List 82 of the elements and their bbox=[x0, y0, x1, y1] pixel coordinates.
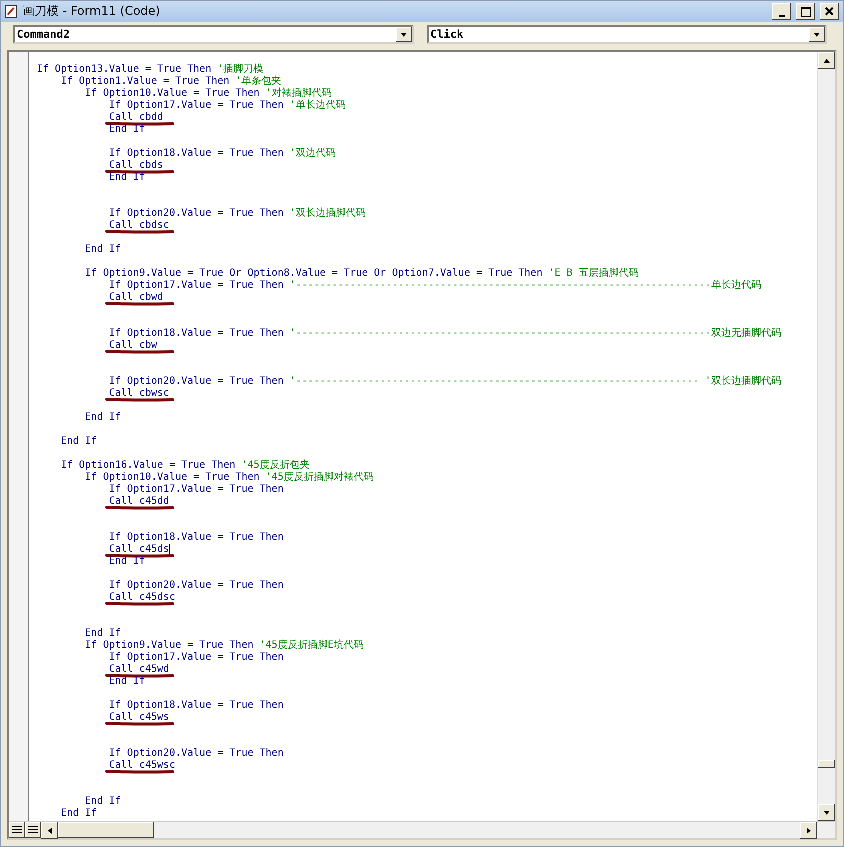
code-line: If Option20.Value = True Then bbox=[108, 376, 285, 387]
code-line: End If bbox=[84, 796, 122, 807]
code-comment: '对裱插脚代码 bbox=[266, 88, 332, 99]
code-line: If Option20.Value = True Then bbox=[108, 748, 284, 759]
maximize-icon bbox=[800, 6, 810, 16]
caret-icon bbox=[400, 30, 408, 38]
code-line: End If bbox=[84, 244, 122, 255]
close-icon bbox=[825, 7, 834, 16]
code-line: If Option1.Value = True Then bbox=[60, 76, 231, 87]
caret-icon bbox=[813, 30, 821, 38]
object-dropdown[interactable]: Command2 bbox=[13, 25, 414, 44]
code-line: Call c45dsc bbox=[108, 592, 176, 603]
lines-icon bbox=[12, 826, 22, 834]
code-line: If Option20.Value = True Then bbox=[108, 580, 284, 591]
code-line: If Option18.Value = True Then bbox=[108, 148, 285, 159]
code-line: If Option9.Value = True Then bbox=[84, 640, 255, 651]
code-comment: '双长边插脚代码 bbox=[290, 208, 366, 219]
lines-icon bbox=[28, 826, 38, 834]
code-line: Call c45ws bbox=[108, 712, 170, 723]
maximize-button[interactable] bbox=[796, 3, 815, 20]
scrollbar-thumb[interactable] bbox=[818, 760, 835, 768]
code-line: Call cbdsc bbox=[108, 220, 170, 231]
code-line: If Option17.Value = True Then bbox=[108, 484, 284, 495]
code-line: Call cbdd bbox=[108, 112, 164, 123]
scroll-down-button[interactable] bbox=[818, 804, 835, 821]
code-comment: '---------------------------------------------------------------------单长边代码 bbox=[290, 280, 762, 291]
code-comment: '单长边代码 bbox=[290, 100, 346, 111]
code-line: Call cbwd bbox=[108, 292, 164, 303]
scroll-left-button[interactable] bbox=[41, 822, 58, 839]
code-line: End If bbox=[108, 676, 146, 687]
code-comment: '45度反折包夹 bbox=[242, 460, 310, 471]
code-line: If Option18.Value = True Then bbox=[108, 532, 284, 543]
code-line: If Option16.Value = True Then bbox=[60, 460, 237, 471]
code-comment: '---------------------------------------------------------------------双边无插脚代码 bbox=[290, 328, 782, 339]
procedure-view-button[interactable] bbox=[9, 822, 25, 838]
code-line: Call c45wsc bbox=[108, 760, 176, 771]
window-title: 画刀模 - Form11 (Code) bbox=[23, 3, 162, 20]
code-line: If Option17.Value = True Then bbox=[108, 280, 285, 291]
code-line: If Option20.Value = True Then bbox=[108, 208, 285, 219]
code-line: Call cbds bbox=[108, 160, 164, 171]
full-module-view-button[interactable] bbox=[25, 822, 41, 838]
code-line: If Option18.Value = True Then bbox=[108, 328, 285, 339]
code-line: If Option10.Value = True Then bbox=[84, 88, 261, 99]
procedure-dropdown[interactable]: Click bbox=[426, 25, 827, 44]
scroll-up-button[interactable] bbox=[818, 52, 835, 69]
caret-icon bbox=[46, 826, 54, 834]
code-line: If Option13.Value = True Then bbox=[37, 64, 213, 75]
code-comment: 'E B 五层插脚代码 bbox=[548, 268, 639, 279]
code-line: If Option17.Value = True Then bbox=[108, 652, 284, 663]
code-line: If Option18.Value = True Then bbox=[108, 700, 284, 711]
code-line: End If bbox=[84, 628, 122, 639]
scroll-right-button[interactable] bbox=[800, 822, 817, 839]
close-button[interactable] bbox=[820, 3, 839, 20]
code-line: Call cbwsc bbox=[108, 388, 170, 399]
scrollbar-thumb[interactable] bbox=[58, 822, 154, 838]
code-comment: '单条包夹 bbox=[236, 76, 282, 87]
code-window-icon bbox=[5, 4, 19, 18]
code-line: Call cbw bbox=[108, 340, 158, 351]
code-line: End If bbox=[84, 412, 122, 423]
minimize-button[interactable] bbox=[772, 3, 791, 20]
code-comment: '------------------------------------------------------------------- '双长边插脚代码 bbox=[290, 376, 782, 387]
code-line: Call c45ds bbox=[108, 544, 170, 555]
code-line: If Option9.Value = True Or Option8.Value = True Or Option7.Value = True Then bbox=[84, 268, 544, 279]
code-comment: '双边代码 bbox=[290, 148, 336, 159]
minimize-icon bbox=[778, 14, 784, 16]
code-line: If Option17.Value = True Then bbox=[108, 100, 285, 111]
code-comment: '45度反折插脚E坑代码 bbox=[260, 640, 364, 651]
dropdown-arrow-button[interactable] bbox=[396, 27, 412, 42]
caret-icon bbox=[822, 808, 830, 816]
code-line: End If bbox=[108, 556, 146, 567]
code-line: If Option10.Value = True Then bbox=[84, 472, 261, 483]
caret-icon bbox=[822, 56, 830, 64]
code-line: Call c45wd bbox=[108, 664, 170, 675]
code-line: End If bbox=[60, 436, 98, 447]
code-line: End If bbox=[60, 808, 98, 819]
code-comment: '45度反折插脚对裱代码 bbox=[266, 472, 374, 483]
dropdown-arrow-button[interactable] bbox=[809, 27, 825, 42]
code-line: End If bbox=[108, 172, 146, 183]
caret-icon bbox=[804, 826, 812, 834]
code-comment: '插脚刀模 bbox=[218, 64, 264, 75]
code-line: Call c45dd bbox=[108, 496, 170, 507]
code-line: End If bbox=[108, 124, 146, 135]
